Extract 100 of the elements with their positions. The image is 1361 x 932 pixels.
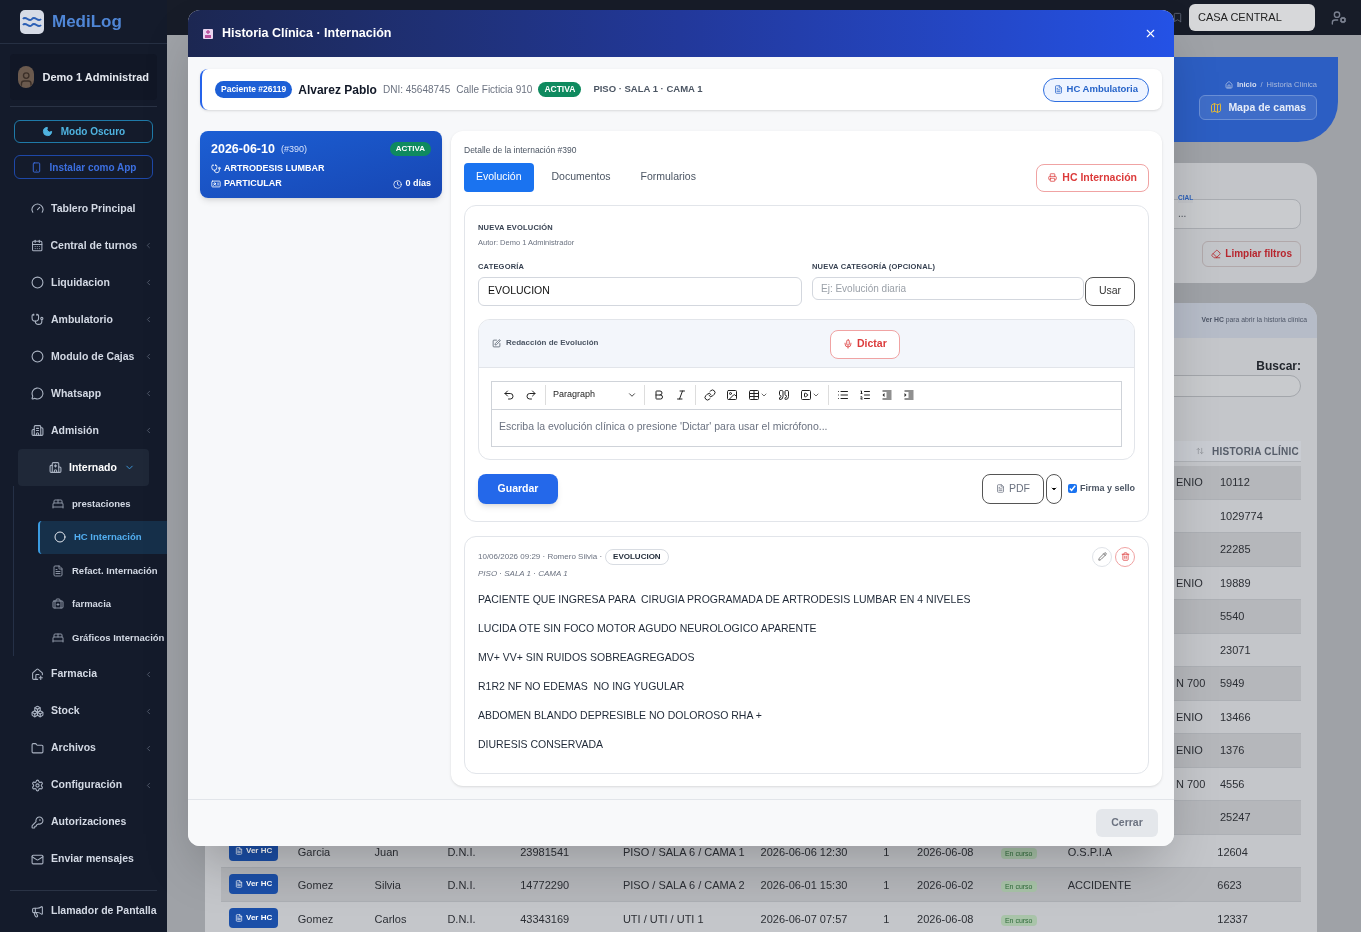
bed-map-button[interactable]: Mapa de camas — [1199, 95, 1317, 121]
table-cell: 2026-06-01 15:30 — [760, 879, 848, 892]
table-cell: 6623 — [1217, 879, 1242, 892]
new-category-field[interactable]: Ej: Evolución diaria — [812, 276, 1084, 300]
sidebar-item[interactable]: Admisión — [0, 412, 167, 450]
numbered-list-icon — [859, 389, 871, 401]
table-cell: D.N.I. — [447, 912, 476, 925]
sidebar-item[interactable]: Configuración — [0, 766, 167, 804]
italic-icon — [675, 389, 687, 401]
calendar-icon — [31, 239, 44, 253]
bullet-list-icon — [837, 389, 849, 401]
sidebar-item[interactable]: Tablero Principal — [0, 190, 167, 228]
entry-line: MV+ VV+ SIN RUIDOS SOBREAGREGADOS — [478, 649, 696, 665]
entry-line: DIURESIS CONSERVADA — [478, 736, 605, 752]
print-record-button[interactable]: HC Internación — [1036, 163, 1149, 192]
key-icon — [31, 815, 44, 829]
chevron-left-icon — [144, 780, 153, 790]
category-field[interactable]: EVOLUCION — [478, 276, 802, 306]
medical-kit-icon — [52, 598, 64, 611]
chevron-left-icon — [144, 426, 153, 436]
edit-icon — [492, 338, 501, 348]
diagnosis: ARTRODESIS LUMBAR — [224, 161, 325, 175]
editor-text-area[interactable]: Escriba la evolución clínica o presione 'Dictar' para usar el micrófono... — [492, 409, 1121, 446]
table-cell: 12337 — [1217, 912, 1248, 925]
sidebar-item[interactable]: Internado — [18, 449, 149, 487]
tab[interactable]: Formularios — [628, 162, 708, 192]
table-cell-text: 19889 — [1220, 575, 1251, 591]
moon-icon — [41, 126, 53, 138]
sign-checkbox[interactable] — [1067, 484, 1077, 493]
trash-icon — [1120, 552, 1130, 561]
sidebar-item[interactable]: Modulo de Cajas — [0, 338, 167, 376]
sidebar-item[interactable]: Ambulatorio — [0, 301, 167, 339]
caret-icon — [760, 391, 768, 399]
chevron-left-icon — [144, 352, 153, 362]
table-cell: ENIO — [1176, 710, 1203, 723]
submenu-item[interactable]: prestaciones — [38, 487, 167, 521]
view-record-button[interactable]: Ver HC — [229, 874, 279, 895]
view-record-button[interactable]: Ver HC — [229, 907, 279, 928]
block-format-select[interactable]: Paragraph — [549, 384, 641, 406]
table-cell: N 700 — [1176, 777, 1206, 790]
save-button[interactable]: Guardar — [478, 473, 558, 504]
entry-location: PISO · SALA 1 · CAMA 1 — [478, 567, 569, 580]
sidebar-item[interactable]: Farmacia — [0, 655, 167, 693]
submenu-item[interactable]: Refact. Internación — [38, 554, 167, 588]
submenu-item[interactable]: farmacia — [38, 587, 167, 622]
table-cell: 2026-06-02 — [917, 879, 974, 892]
tab[interactable]: Evolución — [464, 162, 534, 192]
pdf-button[interactable]: PDF — [981, 473, 1044, 504]
table-cell: PISO / SALA 6 / CAMA 2 — [622, 879, 745, 892]
patient-id: DNI: 45648745 — [382, 83, 451, 97]
table-cell: Gomez — [297, 879, 334, 892]
detail-title: Detalle de la internación #390 — [464, 144, 578, 157]
document-icon — [1053, 85, 1063, 94]
modal-title: Historia Clínica · Internación — [222, 25, 392, 43]
dictate-button[interactable]: Dictar — [830, 329, 900, 359]
sidebar-item[interactable]: Llamador de Pantalla — [0, 890, 167, 932]
sidebar-item[interactable]: Enviar mensajes — [0, 840, 167, 878]
mail-icon — [31, 852, 44, 866]
tab[interactable]: Documentos — [539, 162, 623, 192]
chevron-left-icon — [144, 278, 153, 288]
clear-filters-button[interactable]: Limpiar filtros — [1202, 240, 1301, 267]
rich-text-editor[interactable]: Paragraph Escriba la evolución clínica o presione 'Dictar' para usar el micrófono... — [491, 380, 1122, 447]
bed-location: PISO · SALA 1 · CAMA 1 — [593, 82, 703, 97]
submenu-item[interactable]: Gráficos Internación — [38, 621, 167, 655]
table-cell: D.N.I. — [447, 845, 476, 858]
sidebar-item[interactable]: Whatsapp — [0, 375, 167, 413]
table-cell: Silvia — [374, 879, 401, 892]
coverage: PARTICULAR — [224, 177, 282, 191]
table-cell: 2026-06-07 07:57 — [760, 912, 848, 925]
sidebar-item[interactable]: Archivos — [0, 729, 167, 767]
use-button[interactable]: Usar — [1085, 276, 1135, 306]
admission-card[interactable]: 2026-06-10 (#390) ACTIVA ARTRODESIS LUMBAR PARTICULAR 0 días — [200, 131, 442, 198]
branch-select[interactable]: CASA CENTRAL — [1189, 4, 1315, 31]
sidebar-item[interactable]: Stock — [0, 692, 167, 730]
table-cell: ENIO — [1176, 576, 1203, 589]
media-icon — [800, 389, 812, 401]
table-cell: PISO / SALA 6 / CAMA 1 — [622, 845, 745, 858]
sidebar-item[interactable]: Liquidacion — [0, 264, 167, 302]
bed-icon — [52, 631, 64, 644]
close-button[interactable]: Cerrar — [1096, 809, 1158, 837]
sort-icon — [1196, 447, 1204, 455]
checkbox-label: Firma y sello — [1079, 481, 1135, 495]
entry-line: PACIENTE QUE INGRESA PARA CIRUGIA PROGRAMADA DE ARTRODESIS LUMBAR EN 4 NIVELES — [478, 591, 972, 607]
outpatient-record-button[interactable]: HC Ambulatoria — [1042, 77, 1149, 102]
sidebar-item[interactable]: Central de turnos — [0, 227, 167, 265]
table-cell-text: 22285 — [1220, 542, 1251, 557]
dark-mode-button[interactable]: Modo Oscuro — [14, 119, 153, 144]
search-label: Buscar: — [1256, 358, 1301, 375]
submenu-item[interactable]: HC Internación — [38, 520, 167, 555]
entry-line: ABDOMEN BLANDO DEPRESIBLE NO DOLOROSO RHA + — [478, 707, 763, 723]
bookmark-icon — [1172, 12, 1183, 23]
table-cell-text: 5949 — [1220, 676, 1245, 691]
table-cell-text: 23071 — [1220, 642, 1251, 658]
sidebar-item[interactable]: Autorizaciones — [0, 803, 167, 841]
chevron-left-icon — [144, 743, 153, 753]
table-cell: Garcia — [297, 845, 331, 858]
chat-icon — [31, 387, 44, 401]
document-icon — [52, 564, 64, 577]
map-icon — [1210, 101, 1223, 114]
install-app-button[interactable]: Instalar como App — [14, 155, 153, 180]
